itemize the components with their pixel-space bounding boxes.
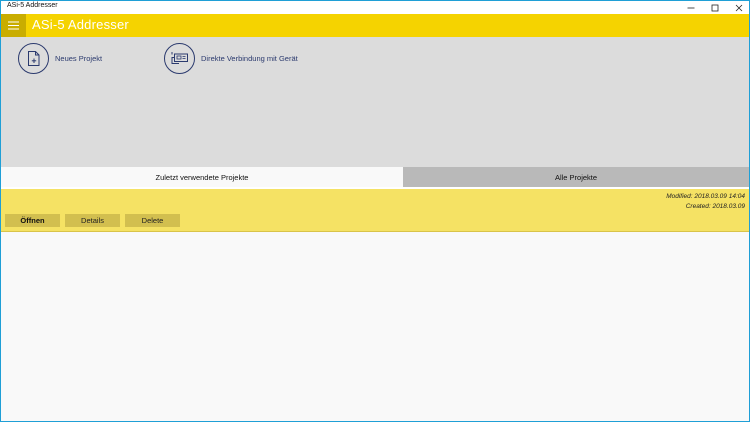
tab-all-projects[interactable]: Alle Projekte: [403, 167, 749, 187]
app-header: ASi-5 Addresser: [1, 14, 749, 37]
open-button[interactable]: Öffnen: [5, 214, 60, 227]
app-window: ASi-5 Addresser ASi-5 Addresser Neues Pr…: [0, 0, 750, 422]
delete-button[interactable]: Delete: [125, 214, 180, 227]
new-document-icon: [27, 50, 39, 66]
direct-connect-button[interactable]: [164, 42, 195, 74]
actions-panel: Neues Projekt Direkte Verbindung mit Ger…: [1, 37, 749, 167]
direct-connect-label[interactable]: Direkte Verbindung mit Gerät: [201, 54, 298, 63]
project-tabs: Zuletzt verwendete Projekte Alle Projekt…: [1, 167, 749, 187]
close-button[interactable]: [725, 1, 750, 14]
close-icon: [735, 4, 742, 11]
window-titlebar: ASi-5 Addresser: [1, 1, 749, 14]
app-title: ASi-5 Addresser: [32, 17, 129, 32]
details-button[interactable]: Details: [65, 214, 120, 227]
menu-button[interactable]: [1, 14, 26, 37]
device-connection-icon: [171, 52, 188, 64]
direct-connect-action[interactable]: Direkte Verbindung mit Gerät: [164, 42, 298, 74]
project-created-date: Created: 2018.03.09: [685, 203, 745, 210]
tab-recent-projects[interactable]: Zuletzt verwendete Projekte: [1, 167, 403, 187]
maximize-icon: [711, 4, 718, 11]
project-modified-date: Modified: 2018.03.09 14:04: [666, 193, 745, 200]
minimize-button[interactable]: [677, 1, 704, 14]
maximize-button[interactable]: [701, 1, 728, 14]
window-title: ASi-5 Addresser: [7, 2, 58, 9]
new-project-label[interactable]: Neues Projekt: [55, 54, 102, 63]
project-list-item[interactable]: Modified: 2018.03.09 14:04 Created: 2018…: [1, 189, 749, 232]
project-list-area: [1, 232, 749, 421]
minimize-icon: [687, 7, 694, 8]
new-project-button[interactable]: [18, 42, 49, 74]
new-project-action[interactable]: Neues Projekt: [18, 42, 102, 74]
hamburger-icon: [8, 21, 19, 30]
